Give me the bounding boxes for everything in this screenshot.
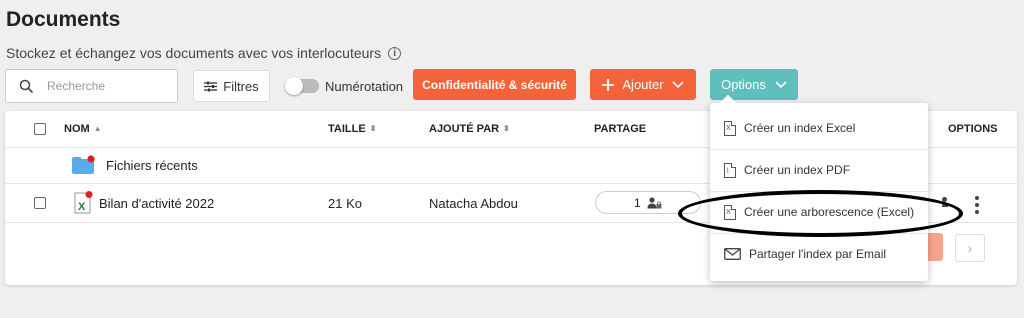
confidentiality-button[interactable]: Confidentialité & sécurité — [413, 69, 576, 100]
menu-item-excel-index[interactable]: X Créer un index Excel — [710, 108, 928, 148]
file-added-by: Natacha Abdou — [429, 196, 518, 211]
options-button[interactable]: Options — [710, 69, 798, 100]
add-label: Ajouter — [622, 77, 664, 92]
sort-icon: ⬍ — [503, 124, 510, 133]
column-added-by[interactable]: AJOUTÉ PAR ⬍ — [429, 123, 510, 135]
share-pill[interactable]: 1 — [595, 191, 701, 214]
menu-item-label: Créer un index PDF — [744, 163, 851, 177]
options-menu: X Créer un index Excel ⌇ Créer un index … — [710, 103, 928, 281]
options-label: Options — [721, 77, 766, 92]
user-lock-icon — [647, 196, 662, 208]
chevron-down-icon — [672, 80, 684, 88]
envelope-icon — [724, 248, 741, 260]
info-icon[interactable]: i — [388, 46, 402, 60]
column-sharing-label: PARTAGE — [594, 123, 647, 135]
page-subtitle: Stockez et échangez vos documents avec v… — [6, 45, 402, 61]
column-options-label: OPTIONS — [948, 123, 998, 135]
excel-file-icon: X — [724, 204, 736, 220]
sort-icon: ⬍ — [369, 124, 377, 133]
sort-asc-icon: ▲ — [93, 124, 102, 133]
menu-item-label: Partager l'index par Email — [749, 247, 887, 261]
column-size[interactable]: TAILLE ⬍ — [328, 123, 376, 135]
filters-button[interactable]: Filtres — [193, 70, 270, 102]
excel-file-icon: X — [73, 191, 93, 215]
column-added-by-label: AJOUTÉ PAR — [429, 123, 500, 135]
search-input[interactable] — [45, 78, 159, 94]
numerotation-label: Numérotation — [325, 79, 404, 94]
column-sharing: PARTAGE — [594, 123, 646, 135]
folder-name[interactable]: Fichiers récents — [106, 158, 198, 173]
menu-item-share-email[interactable]: Partager l'index par Email — [710, 234, 928, 274]
file-name[interactable]: Bilan d'activité 2022 — [99, 196, 214, 211]
folder-icon — [71, 155, 95, 175]
pdf-file-icon: ⌇ — [724, 162, 736, 178]
column-name[interactable]: NOM ▲ — [64, 123, 102, 135]
column-size-label: TAILLE — [328, 123, 366, 135]
menu-item-excel-tree[interactable]: X Créer une arborescence (Excel) — [710, 192, 928, 232]
menu-item-label: Créer une arborescence (Excel) — [744, 205, 915, 219]
sliders-icon — [204, 81, 218, 91]
numerotation-toggle[interactable] — [285, 77, 319, 95]
search-icon — [19, 79, 33, 93]
page-title: Documents — [6, 8, 121, 31]
file-size: 21 Ko — [328, 196, 362, 211]
subtitle-text: Stockez et échangez vos documents avec v… — [6, 45, 382, 61]
column-options: OPTIONS — [948, 123, 998, 135]
menu-item-pdf-index[interactable]: ⌇ Créer un index PDF — [710, 150, 928, 190]
plus-icon — [602, 78, 615, 91]
add-button[interactable]: Ajouter — [590, 69, 696, 100]
select-all-checkbox[interactable] — [34, 123, 46, 135]
row-checkbox[interactable] — [34, 197, 46, 209]
pager-next-button[interactable]: › — [955, 234, 985, 262]
chevron-down-icon — [775, 80, 787, 88]
filters-label: Filtres — [223, 78, 259, 94]
search-box[interactable] — [5, 69, 178, 103]
menu-item-label: Créer un index Excel — [744, 121, 856, 135]
partial-icon — [942, 197, 948, 207]
svg-text:X: X — [78, 201, 86, 213]
column-name-label: NOM — [64, 123, 90, 135]
share-count: 1 — [634, 195, 641, 210]
toggle-knob — [285, 77, 303, 95]
excel-file-icon: X — [724, 120, 736, 136]
row-options-icon[interactable] — [975, 196, 979, 214]
